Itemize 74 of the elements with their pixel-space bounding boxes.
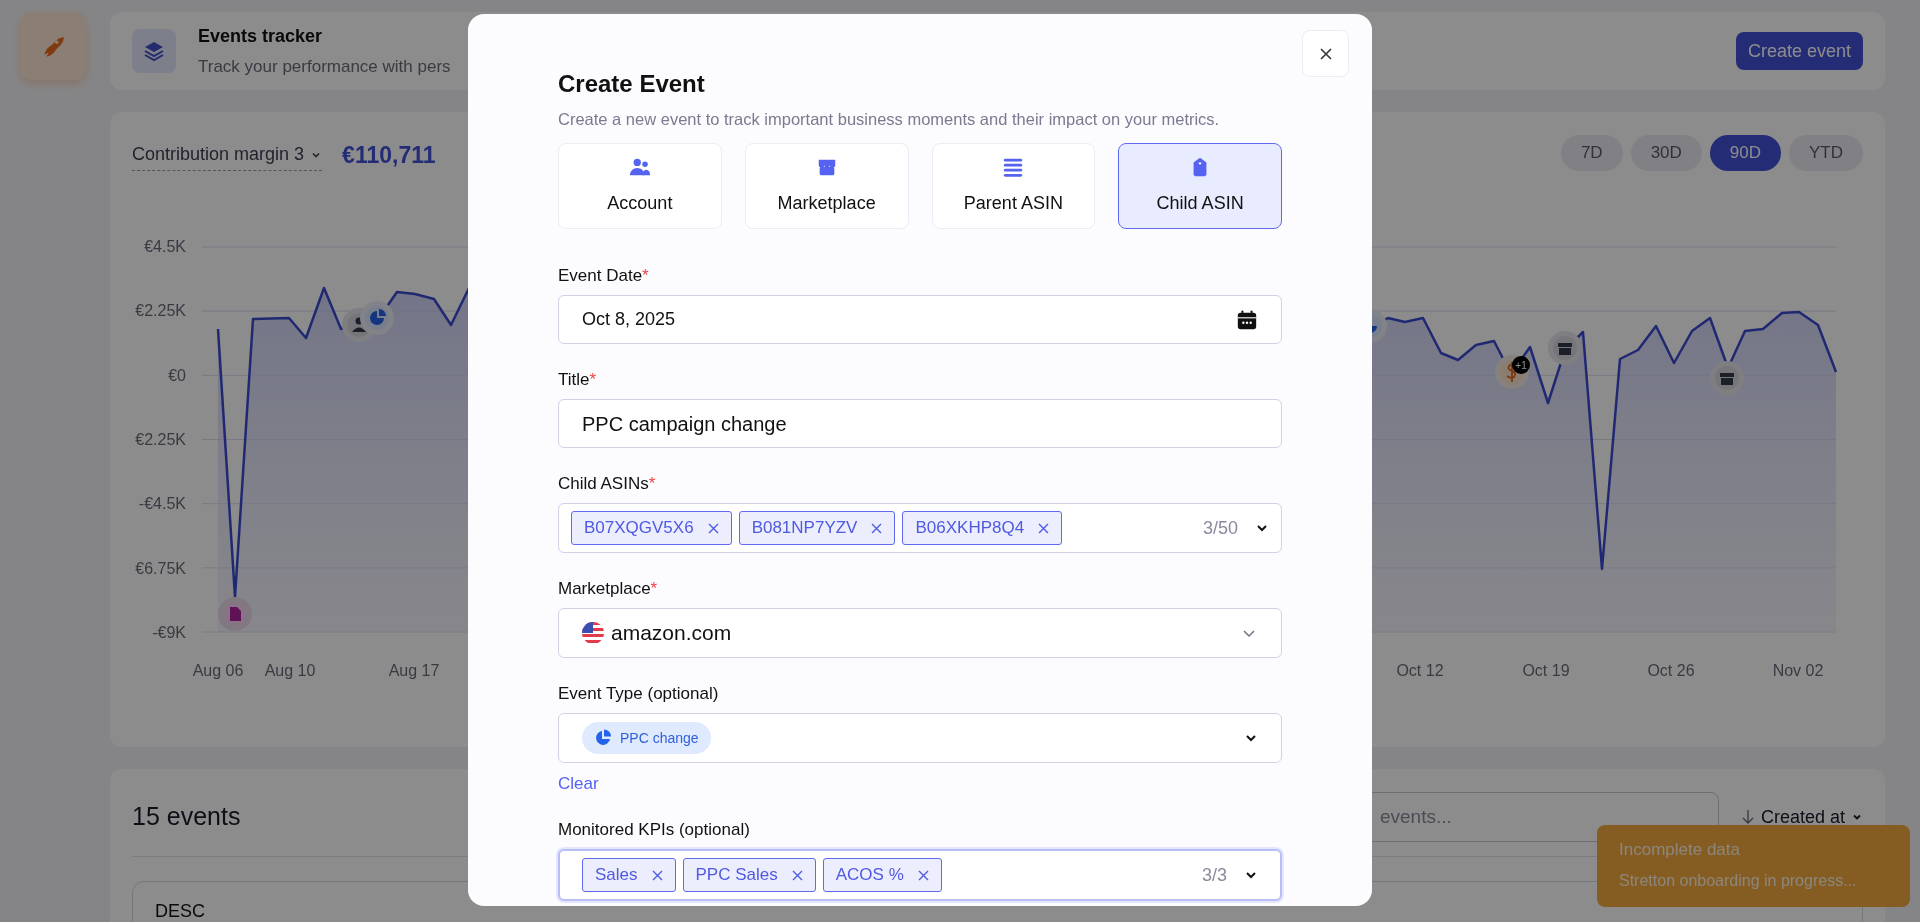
- event-type-chip: PPC change: [582, 722, 711, 754]
- scope-tab[interactable]: Account: [558, 143, 722, 229]
- date-field[interactable]: Oct 8, 2025: [558, 295, 1282, 344]
- remove-icon[interactable]: [791, 869, 803, 881]
- tag-chip[interactable]: ACOS %: [822, 858, 942, 892]
- y-axis-label: -€4.5K: [138, 497, 186, 512]
- tag-chip[interactable]: B07XQGV5X6: [571, 511, 732, 545]
- page-title: Events tracker: [198, 24, 324, 48]
- store-icon[interactable]: [1710, 361, 1744, 395]
- scope-tab[interactable]: Child ASIN: [1118, 143, 1282, 229]
- x-axis-label: Oct 26: [1647, 662, 1695, 679]
- metric-dropdown[interactable]: Contribution margin 3: [132, 141, 323, 171]
- multi-select-field[interactable]: Sales PPC Sales ACOS % 3/3: [558, 849, 1282, 901]
- x-axis-label: Aug 17: [388, 662, 440, 679]
- y-axis-label: -€9K: [152, 625, 186, 640]
- scope-tab[interactable]: Parent ASIN: [931, 143, 1096, 229]
- tag-chip[interactable]: PPC Sales: [682, 858, 816, 892]
- close-button[interactable]: [1302, 30, 1349, 77]
- pie-chart-icon: [594, 729, 612, 747]
- field-label: Monitored KPIs (optional): [558, 820, 751, 840]
- layers-icon: [132, 29, 176, 73]
- flag-icon: [582, 622, 604, 644]
- multi-select-field[interactable]: B07XQGV5X6 B081NP7YZV B06XKHP8Q4 3/50: [558, 503, 1282, 553]
- select-field[interactable]: amazon.com: [558, 608, 1282, 658]
- select-field[interactable]: PPC change: [558, 713, 1282, 763]
- field-label: Marketplace*: [558, 579, 659, 599]
- x-axis-label: Aug 06: [192, 662, 244, 679]
- x-axis-label: Oct 19: [1522, 662, 1570, 679]
- dialog-title: Create Event: [558, 69, 706, 99]
- x-axis-label: Aug 10: [264, 662, 316, 679]
- remove-icon[interactable]: [651, 869, 663, 881]
- calendar-icon: [1236, 308, 1258, 331]
- tag-chip[interactable]: Sales: [582, 858, 676, 892]
- remove-icon[interactable]: [707, 522, 719, 534]
- tag-chip[interactable]: B081NP7YZV: [738, 511, 896, 545]
- remove-icon[interactable]: [871, 522, 883, 534]
- toast-message: Stretton onboarding in progress...: [1619, 870, 1858, 891]
- y-axis-label: €2.25K: [135, 433, 186, 447]
- pie-chart-icon[interactable]: [360, 301, 394, 335]
- remove-icon[interactable]: [1038, 522, 1050, 534]
- y-axis-label: €2.25K: [135, 304, 186, 319]
- event-card-title: DESC: [155, 901, 205, 921]
- clear-link[interactable]: Clear: [558, 774, 599, 794]
- store-icon[interactable]: [1548, 331, 1582, 365]
- tag-chip[interactable]: B06XKHP8Q4: [902, 511, 1063, 545]
- period-tab[interactable]: 90D: [1709, 135, 1781, 171]
- dialog-subtitle: Create a new event to track important business moments and their impact on your metrics.: [558, 109, 1221, 130]
- field-label: Title*: [558, 370, 598, 390]
- events-count: 15 events: [132, 801, 241, 833]
- toast-title: Incomplete data: [1619, 839, 1741, 861]
- period-tab[interactable]: 7D: [1560, 135, 1623, 171]
- field-label: Event Date*: [558, 266, 650, 286]
- metric-total: €110,711: [342, 140, 436, 170]
- badge-count: +1: [1515, 360, 1527, 371]
- period-tab[interactable]: 30D: [1630, 135, 1702, 171]
- field-label: Event Type (optional): [558, 684, 720, 704]
- y-axis-label: €6.75K: [135, 561, 186, 576]
- sort-dropdown[interactable]: Created at: [1740, 803, 1863, 831]
- scope-tab[interactable]: Marketplace: [744, 143, 909, 229]
- arrow-down-icon: [1740, 809, 1755, 825]
- period-tab[interactable]: YTD: [1789, 135, 1863, 171]
- field-label: Child ASINs*: [558, 474, 657, 494]
- x-axis-label: Oct 12: [1396, 662, 1444, 679]
- selection-count: 3/50: [1202, 516, 1238, 540]
- create-event-button[interactable]: Create event: [1735, 32, 1863, 70]
- document-icon[interactable]: [218, 597, 252, 631]
- y-axis-label: €0: [168, 368, 186, 383]
- close-icon: [1317, 45, 1334, 62]
- page-subtitle: Track your performance with pers: [198, 55, 451, 78]
- selection-count: 3/3: [1201, 863, 1227, 887]
- remove-icon[interactable]: [917, 869, 929, 881]
- input-field[interactable]: PPC campaign change: [558, 399, 1282, 448]
- y-axis-label: €4.5K: [144, 240, 186, 254]
- x-axis-label: Nov 02: [1772, 662, 1824, 679]
